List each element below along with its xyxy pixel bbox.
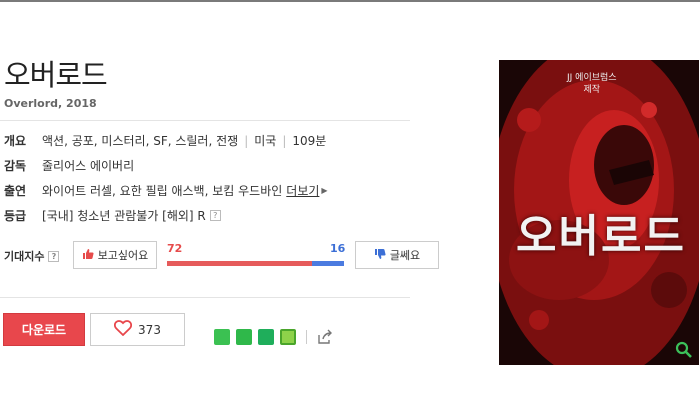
info-row-director: 감독 줄리어스 에이버리 bbox=[4, 157, 134, 174]
separator: | bbox=[244, 133, 249, 148]
runtime: 109분 bbox=[292, 134, 327, 148]
poster-title: 오버로드 bbox=[516, 211, 686, 262]
info-row-overview: 개요 액션, 공포, 미스터리, SF, 스릴러, 전쟁 | 미국 | 109분 bbox=[4, 132, 326, 149]
help-icon[interactable]: ? bbox=[209, 210, 221, 221]
divider bbox=[0, 297, 410, 298]
movie-title: 오버로드 bbox=[4, 58, 108, 92]
expectation-label-wrap: 기대지수 ? bbox=[4, 248, 60, 264]
divider bbox=[0, 120, 410, 121]
like-count: 373 bbox=[138, 322, 161, 337]
thumbs-down-icon bbox=[374, 248, 386, 263]
band-icon[interactable] bbox=[214, 329, 230, 345]
like-button[interactable]: 373 bbox=[90, 313, 185, 346]
movie-poster[interactable]: JJ 에이브럼스 제작 오버로드 bbox=[499, 60, 699, 365]
expectation-bar-fill bbox=[167, 261, 312, 266]
director-label: 감독 bbox=[4, 159, 27, 173]
genres[interactable]: 액션, 공포, 미스터리, SF, 스릴러, 전쟁 bbox=[42, 132, 238, 149]
not-sure-label: 글쎄요 bbox=[389, 249, 421, 262]
want-to-see-label: 보고싶어요 bbox=[97, 249, 149, 262]
dislike-count: 16 bbox=[330, 242, 346, 255]
heart-icon bbox=[113, 319, 133, 340]
movie-subtitle: Overlord, 2018 bbox=[4, 97, 97, 110]
cast-names[interactable]: 와이어트 러셀, 요한 필립 애스백, 보킴 우드바인 bbox=[42, 182, 282, 199]
more-link[interactable]: 더보기 bbox=[286, 182, 319, 199]
poster-credit-line1: JJ 에이브럼스 bbox=[567, 73, 617, 83]
separator: | bbox=[282, 133, 287, 148]
expectation-bar bbox=[167, 261, 344, 266]
not-sure-button[interactable]: 글쎄요 bbox=[355, 241, 439, 269]
poster-credit-line2: 제작 bbox=[583, 85, 601, 95]
expectation-label: 기대지수 bbox=[4, 250, 45, 263]
memo-icon[interactable] bbox=[280, 329, 296, 345]
want-count: 72 bbox=[167, 242, 183, 255]
rating-label: 등급 bbox=[4, 209, 27, 223]
director-name[interactable]: 줄리어스 에이버리 bbox=[42, 157, 134, 174]
share-icons bbox=[214, 329, 333, 345]
rating-text: [국내] 청소년 관람불가 [해외] R bbox=[42, 209, 206, 223]
divider bbox=[306, 330, 307, 344]
thumbs-up-icon bbox=[82, 248, 94, 263]
cast-label: 출연 bbox=[4, 184, 27, 198]
download-button[interactable]: 다운로드 bbox=[3, 313, 85, 346]
info-row-cast: 출연 와이어트 러셀, 요한 필립 애스백, 보킴 우드바인 더보기 ▶ bbox=[4, 182, 328, 199]
zoom-icon[interactable] bbox=[675, 341, 693, 359]
info-row-rating: 등급 [국내] 청소년 관람불가 [해외] R ? bbox=[4, 207, 221, 224]
poster-credit: JJ 에이브럼스 제작 bbox=[567, 72, 617, 96]
chevron-right-icon: ▶ bbox=[321, 186, 328, 195]
want-to-see-button[interactable]: 보고싶어요 bbox=[73, 241, 157, 269]
kakaostory-icon[interactable] bbox=[236, 329, 252, 345]
country[interactable]: 미국 bbox=[254, 132, 276, 149]
bookmark-icon[interactable] bbox=[258, 329, 274, 345]
help-icon[interactable]: ? bbox=[48, 250, 60, 262]
top-border bbox=[0, 0, 700, 2]
overview-label: 개요 bbox=[4, 134, 27, 148]
share-out-icon[interactable] bbox=[317, 329, 333, 345]
